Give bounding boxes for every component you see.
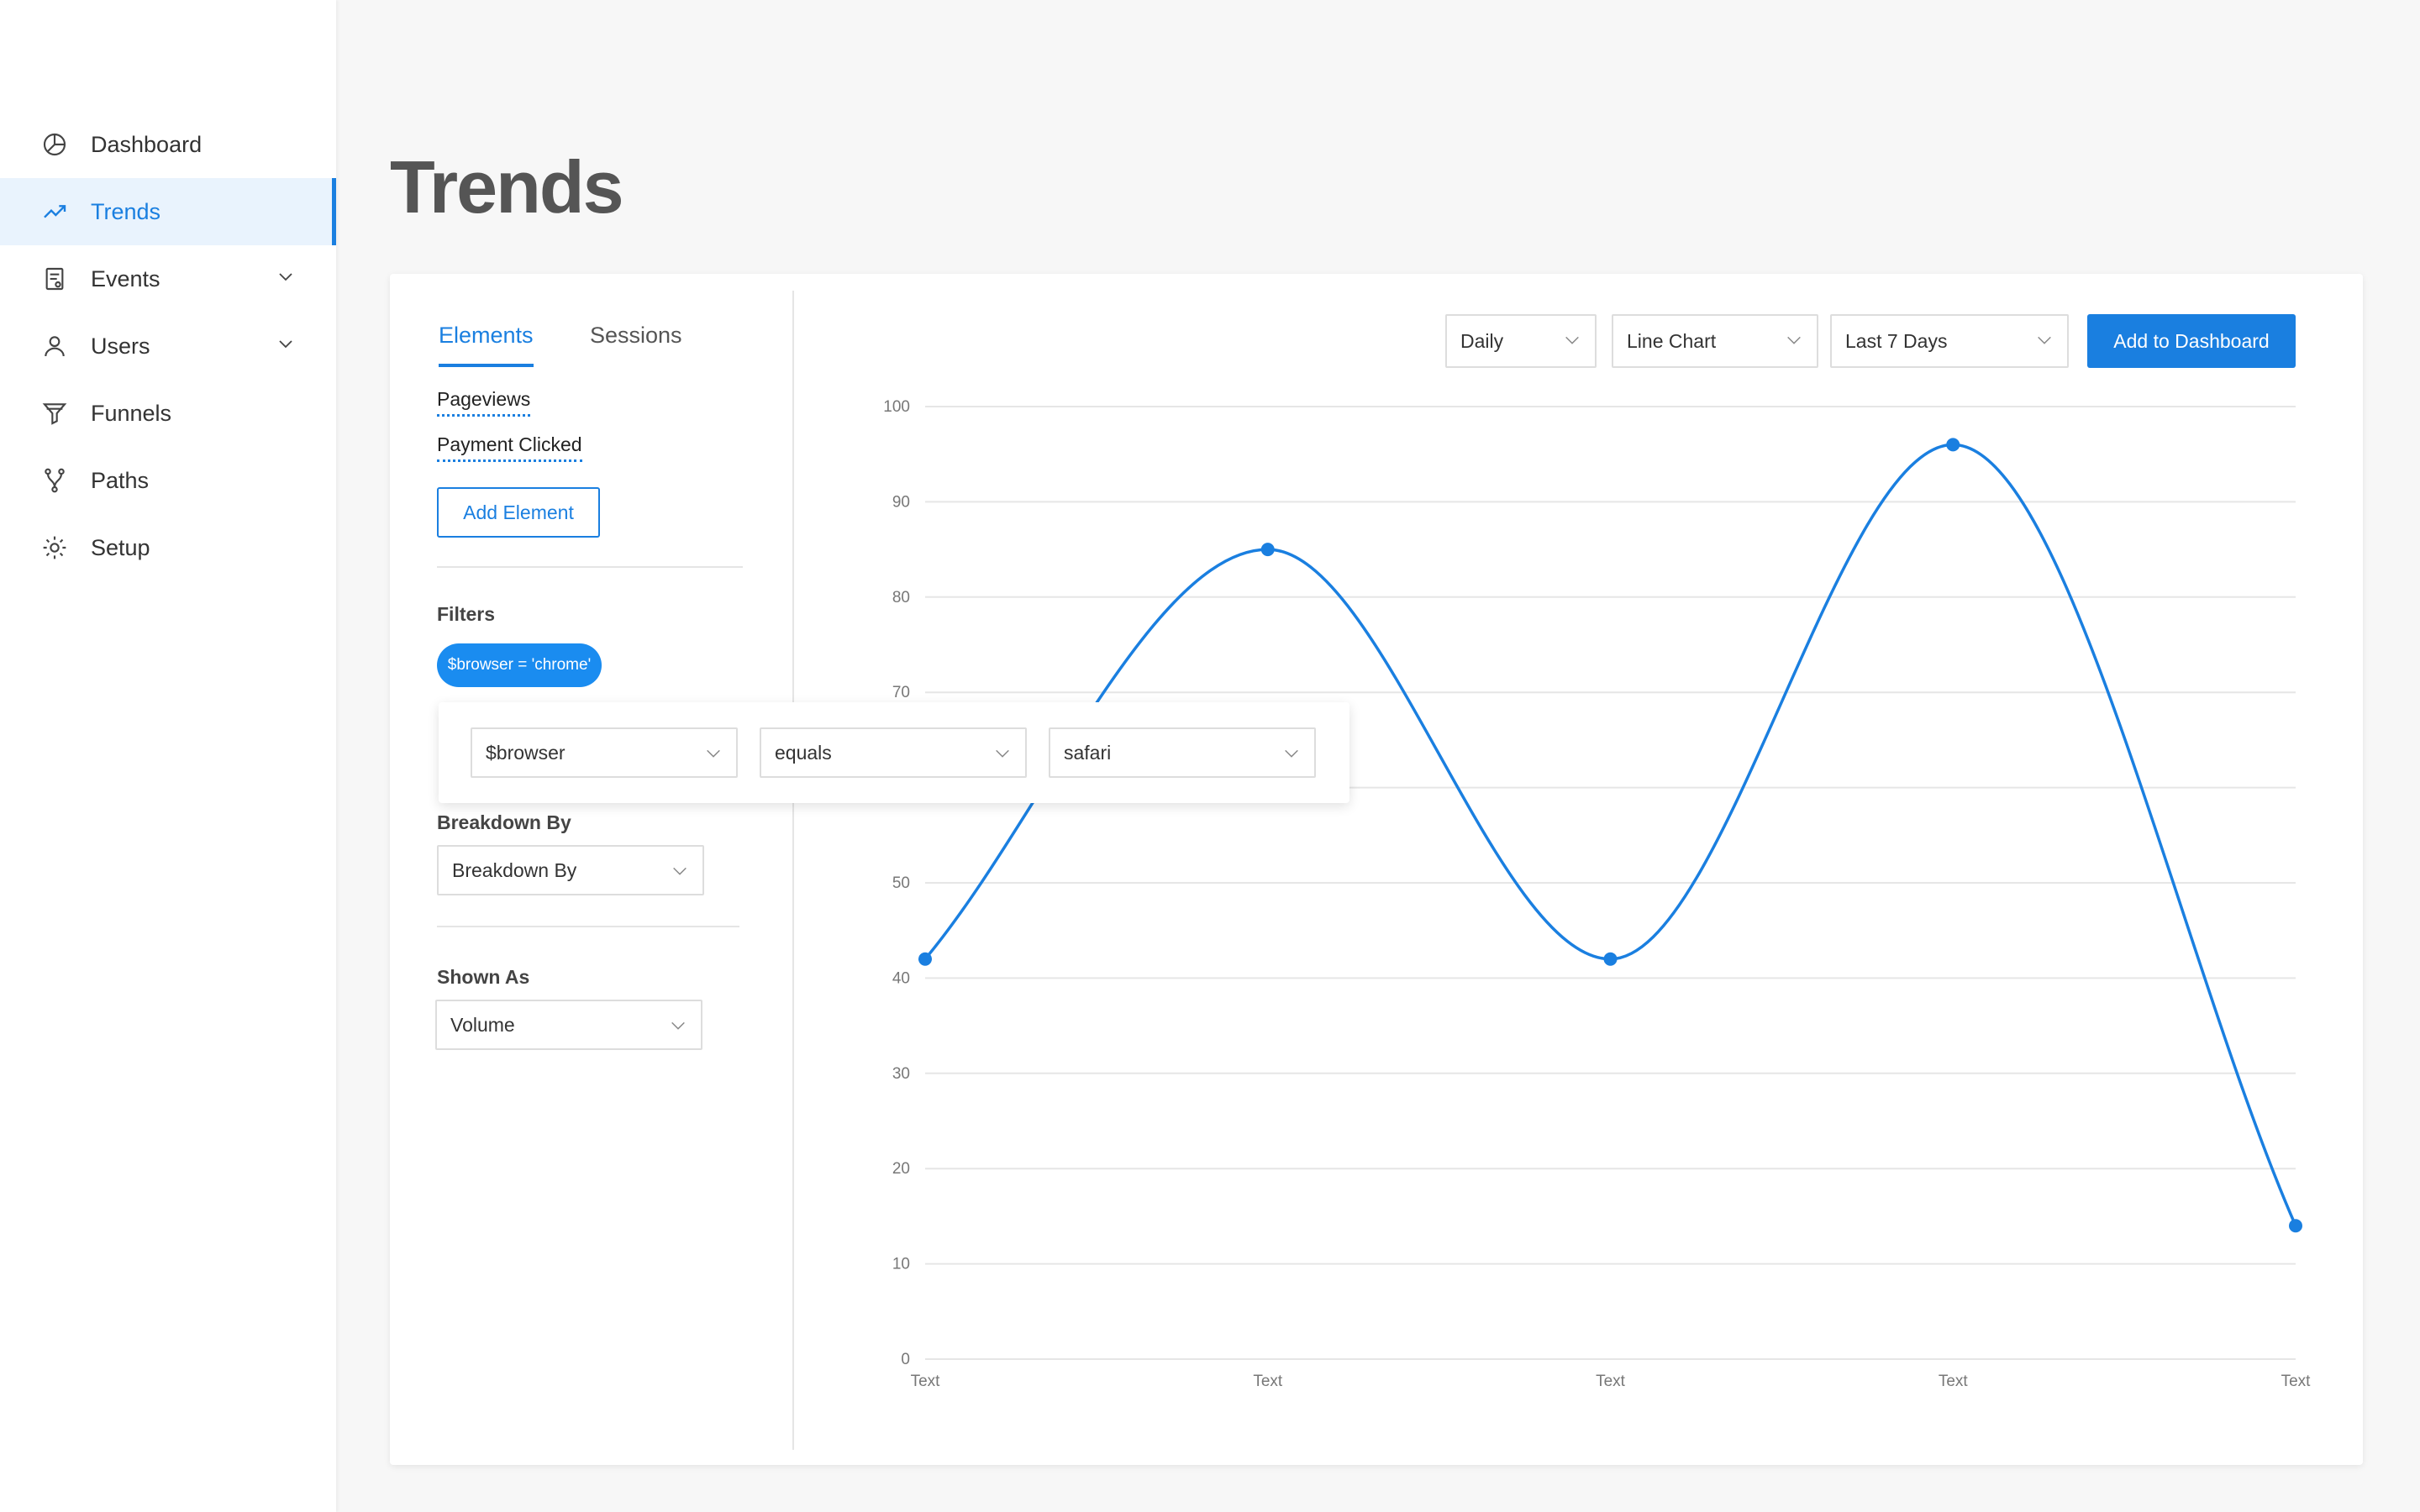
y-tick-label: 50	[892, 874, 910, 892]
sidebar-item-funnels[interactable]: Funnels	[0, 380, 336, 447]
data-point	[1603, 952, 1618, 966]
user-icon	[40, 332, 69, 360]
data-point	[1260, 543, 1275, 557]
chevron-down-icon	[1285, 749, 1298, 758]
filter-operator-value: equals	[775, 741, 832, 764]
x-tick-label: Text	[1939, 1373, 1969, 1390]
tab-sessions[interactable]: Sessions	[590, 323, 682, 349]
filter-property-select[interactable]: $browser	[471, 727, 738, 778]
sidebar-item-events[interactable]: Events	[0, 245, 336, 312]
element-pageviews[interactable]: Pageviews	[437, 388, 531, 417]
tab-elements[interactable]: Elements	[439, 323, 534, 367]
chevron-down-icon	[996, 749, 1009, 758]
y-tick-label: 20	[892, 1160, 910, 1178]
sidebar-item-paths[interactable]: Paths	[0, 447, 336, 514]
sidebar-item-label: Events	[91, 265, 160, 291]
paths-fork-icon	[40, 466, 69, 495]
y-tick-label: 80	[892, 589, 910, 606]
divider	[437, 926, 739, 927]
chevron-down-icon	[707, 749, 720, 758]
chart-type-select-value: Line Chart	[1627, 329, 1717, 352]
breakdown-select[interactable]: Breakdown By	[437, 845, 704, 895]
sidebar-item-trends[interactable]: Trends	[0, 178, 336, 245]
sidebar-item-label: Users	[91, 333, 150, 359]
filter-editor-popup: $browser equals safari	[439, 702, 1349, 803]
sidebar-item-label: Dashboard	[91, 131, 203, 157]
y-tick-label: 100	[883, 398, 910, 416]
y-tick-label: 90	[892, 493, 910, 511]
chevron-down-icon	[671, 1021, 685, 1030]
filter-operator-select[interactable]: equals	[760, 727, 1027, 778]
filter-value-value: safari	[1064, 741, 1112, 764]
add-element-button[interactable]: Add Element	[437, 487, 600, 538]
filter-value-select[interactable]: safari	[1049, 727, 1316, 778]
interval-select-value: Daily	[1460, 329, 1504, 352]
chevron-down-icon	[2038, 336, 2051, 344]
data-point	[1946, 438, 1960, 452]
date-range-select-value: Last 7 Days	[1845, 329, 1948, 352]
data-point	[918, 952, 932, 966]
x-tick-label: Text	[2281, 1373, 2312, 1390]
sidebar-item-setup[interactable]: Setup	[0, 514, 336, 581]
x-tick-label: Text	[911, 1373, 941, 1390]
shown-as-select[interactable]: Volume	[435, 1000, 702, 1050]
interval-select[interactable]: Daily	[1445, 314, 1597, 368]
panel-divider	[792, 291, 794, 1450]
gear-icon	[40, 533, 69, 562]
chevron-down-icon	[1565, 336, 1579, 344]
sidebar-item-label: Funnels	[91, 400, 172, 426]
filter-pill[interactable]: $browser = 'chrome'	[437, 643, 602, 687]
sidebar-nav: Dashboard Trends Events Users Funnels Pa…	[0, 111, 336, 581]
breakdown-select-value: Breakdown By	[452, 858, 577, 881]
y-tick-label: 0	[901, 1351, 910, 1368]
x-tick-label: Text	[1596, 1373, 1626, 1390]
y-tick-label: 30	[892, 1065, 910, 1083]
sidebar-item-label: Paths	[91, 467, 150, 493]
sidebar-item-label: Trends	[91, 198, 161, 224]
filters-label: Filters	[437, 603, 496, 625]
sidebar-item-dashboard[interactable]: Dashboard	[0, 111, 336, 178]
sidebar: Dashboard Trends Events Users Funnels Pa…	[0, 0, 336, 1512]
pie-chart-icon	[40, 130, 69, 159]
chevron-down-icon[interactable]	[276, 334, 296, 354]
shown-as-select-value: Volume	[450, 1013, 515, 1036]
sidebar-item-label: Setup	[91, 534, 150, 560]
x-tick-label: Text	[1253, 1373, 1283, 1390]
chart-type-select[interactable]: Line Chart	[1612, 314, 1818, 368]
y-tick-label: 70	[892, 684, 910, 701]
shown-as-label: Shown As	[437, 966, 530, 988]
chevron-down-icon	[673, 867, 687, 875]
add-to-dashboard-button[interactable]: Add to Dashboard	[2087, 314, 2296, 368]
divider	[437, 566, 743, 568]
element-payment-clicked[interactable]: Payment Clicked	[437, 433, 582, 462]
sidebar-item-users[interactable]: Users	[0, 312, 336, 380]
trends-card: 0102030405060708090100TextTextTextTextTe…	[390, 274, 2363, 1465]
chevron-down-icon[interactable]	[276, 267, 296, 287]
events-doc-icon	[40, 265, 69, 293]
y-tick-label: 40	[892, 969, 910, 987]
page-title: Trends	[390, 145, 624, 228]
filter-property-value: $browser	[486, 741, 566, 764]
trend-line-icon	[40, 197, 69, 226]
breakdown-label: Breakdown By	[437, 811, 571, 833]
funnel-icon	[40, 399, 69, 428]
series-line	[923, 443, 2297, 1226]
date-range-select[interactable]: Last 7 Days	[1830, 314, 2069, 368]
chevron-down-icon	[1787, 336, 1801, 344]
data-point	[2289, 1219, 2302, 1233]
y-tick-label: 10	[892, 1256, 910, 1273]
